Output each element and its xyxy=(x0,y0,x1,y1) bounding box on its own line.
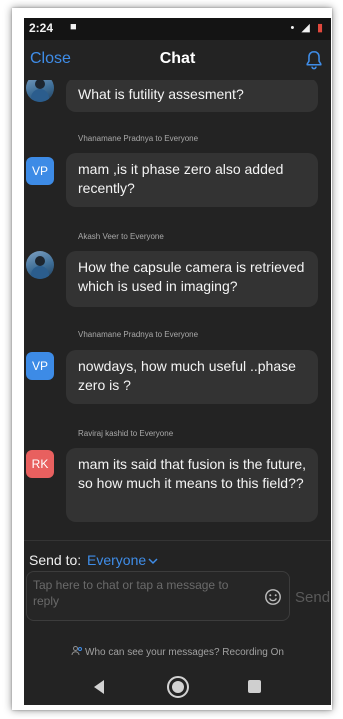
message-bubble[interactable]: How the capsule camera is retrieved whic… xyxy=(66,251,318,307)
status-time: 2:24 xyxy=(29,21,54,35)
avatar xyxy=(26,251,54,279)
status-bar: 2:24 ■ • ◢ ▮ xyxy=(24,18,331,40)
message-sender: Vhanamane Pradnya to Everyone xyxy=(78,134,199,143)
chat-input[interactable] xyxy=(33,577,253,615)
page-title: Chat xyxy=(159,50,196,67)
message-bubble[interactable]: What is futility assesment? xyxy=(66,80,318,112)
bell-icon[interactable] xyxy=(303,49,325,71)
battery-low-icon: ▮ xyxy=(316,22,325,34)
recent-apps-icon[interactable] xyxy=(248,680,261,693)
message-bubble[interactable]: mam ,is it phase zero also added recentl… xyxy=(66,153,318,207)
avatar xyxy=(26,80,54,102)
recipient-value: Everyone xyxy=(87,552,147,568)
back-icon[interactable] xyxy=(91,678,107,696)
avatar: VP xyxy=(26,352,54,380)
message-bubble[interactable]: mam its said that fusion is the future, … xyxy=(66,448,318,522)
emoji-icon[interactable] xyxy=(264,588,282,606)
chevron-down-icon xyxy=(148,558,158,565)
message-sender: Raviraj kashid to Everyone xyxy=(78,429,174,438)
home-icon[interactable] xyxy=(166,675,190,699)
chat-input-box[interactable] xyxy=(26,571,290,621)
privacy-notice[interactable]: Who can see your messages? Recording On xyxy=(24,645,331,658)
recipient-dropdown[interactable]: Everyone xyxy=(87,552,158,568)
message-sender: Akash Veer to Everyone xyxy=(78,232,164,241)
message-sender: Vhanamane Pradnya to Everyone xyxy=(78,330,199,339)
signal-icon: • ◢ ▮ xyxy=(290,22,325,34)
notification-icon: ■ xyxy=(70,21,77,33)
people-icon xyxy=(71,646,82,656)
avatar: VP xyxy=(26,157,54,185)
privacy-text: Who can see your messages? Recording On xyxy=(85,647,284,658)
message-text: nowdays, how much useful ..phase zero is… xyxy=(78,358,296,393)
message-text: What is futility assesment? xyxy=(78,86,244,102)
message-text: mam its said that fusion is the future, … xyxy=(78,456,306,491)
message-text: How the capsule camera is retrieved whic… xyxy=(78,259,305,294)
send-to-label: Send to: xyxy=(29,552,82,568)
message-bubble[interactable]: nowdays, how much useful ..phase zero is… xyxy=(66,350,318,404)
chat-header: Close Chat xyxy=(24,40,331,80)
message-list[interactable]: What is futility assesment? Vhanamane Pr… xyxy=(24,80,331,540)
message-text: mam ,is it phase zero also added recentl… xyxy=(78,161,284,196)
avatar: RK xyxy=(26,450,54,478)
send-button[interactable]: Send xyxy=(295,589,330,606)
system-nav-bar xyxy=(24,670,331,705)
phone-screen: 2:24 ■ • ◢ ▮ Close Chat What is futility… xyxy=(24,18,331,705)
